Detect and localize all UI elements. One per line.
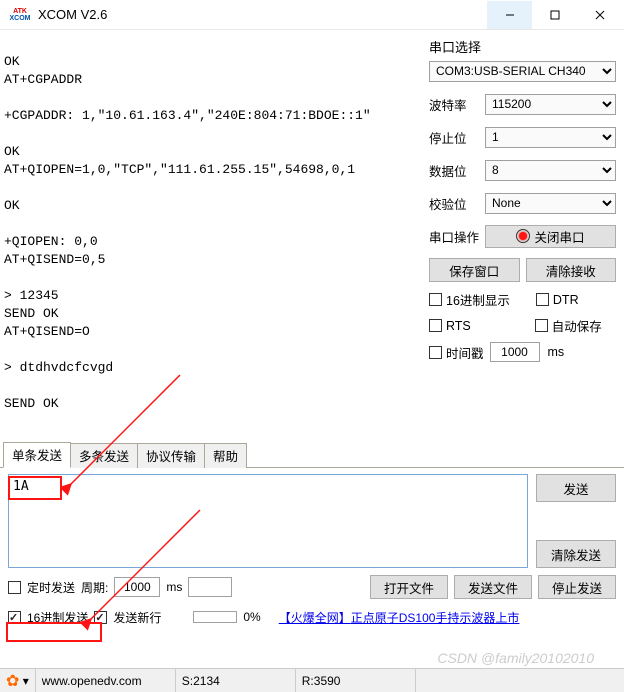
dtr-label: DTR xyxy=(553,293,579,307)
close-button[interactable] xyxy=(577,1,622,29)
timestamp-label: 时间戳 xyxy=(446,343,484,362)
rts-label: RTS xyxy=(446,319,471,333)
send-counter: S:2134 xyxy=(176,669,296,692)
progress-bar xyxy=(193,611,237,623)
port-select[interactable]: COM3:USB-SERIAL CH340 xyxy=(429,61,616,82)
send-tabs: 单条发送 多条发送 协议传输 帮助 xyxy=(0,446,624,468)
tab-single-send[interactable]: 单条发送 xyxy=(3,442,71,468)
parity-label: 校验位 xyxy=(429,194,485,213)
hex-display-checkbox[interactable] xyxy=(429,293,442,306)
parity-select[interactable]: None xyxy=(485,193,616,214)
send-newline-label: 发送新行 xyxy=(113,609,161,626)
recv-counter: R:3590 xyxy=(296,669,416,692)
send-button[interactable]: 发送 xyxy=(536,474,616,502)
tab-protocol[interactable]: 协议传输 xyxy=(137,443,205,468)
period-unit: ms xyxy=(166,580,182,594)
serial-settings-panel: 串口选择 COM3:USB-SERIAL CH340 波特率115200 停止位… xyxy=(421,31,624,446)
send-panel: 1A 发送 清除发送 定时发送 周期: ms 打开文件 发送文件 停止发送 16… xyxy=(0,468,624,632)
watermark: CSDN @family20102010 xyxy=(437,650,594,666)
auto-save-label: 自动保存 xyxy=(552,316,602,335)
site-link[interactable]: www.openedv.com xyxy=(36,669,176,692)
clear-send-button[interactable]: 清除发送 xyxy=(536,540,616,568)
rts-checkbox[interactable] xyxy=(429,319,442,332)
close-port-button[interactable]: 关闭串口 xyxy=(485,225,616,248)
clear-receive-button[interactable]: 清除接收 xyxy=(526,258,617,282)
timer-send-checkbox[interactable] xyxy=(8,581,21,594)
settings-gear[interactable]: ✿ ▾ xyxy=(0,669,36,692)
databit-select[interactable]: 8 xyxy=(485,160,616,181)
stop-label: 停止位 xyxy=(429,128,485,147)
port-section-title: 串口选择 xyxy=(429,37,616,56)
send-newline-checkbox[interactable] xyxy=(94,611,107,624)
tab-help[interactable]: 帮助 xyxy=(204,443,247,468)
auto-save-checkbox[interactable] xyxy=(535,319,548,332)
port-indicator-icon xyxy=(516,229,530,243)
progress-text: 0% xyxy=(243,610,260,624)
timestamp-unit: ms xyxy=(548,345,565,359)
minimize-button[interactable] xyxy=(487,1,532,29)
send-input[interactable]: 1A xyxy=(8,474,528,568)
tab-multi-send[interactable]: 多条发送 xyxy=(70,443,138,468)
window-title: XCOM V2.6 xyxy=(38,7,107,22)
open-file-button[interactable]: 打开文件 xyxy=(370,575,448,599)
hex-send-label: 16进制发送 xyxy=(27,609,88,626)
timer-send-label: 定时发送 xyxy=(27,579,75,596)
gear-icon: ✿ xyxy=(6,671,19,691)
timestamp-checkbox[interactable] xyxy=(429,346,442,359)
serial-op-label: 串口操作 xyxy=(429,227,485,246)
stopbit-select[interactable]: 1 xyxy=(485,127,616,148)
baud-select[interactable]: 115200 xyxy=(485,94,616,115)
hex-display-label: 16进制显示 xyxy=(446,290,510,309)
receive-terminal[interactable]: OK AT+CGPADDR +CGPADDR: 1,"10.61.163.4",… xyxy=(0,31,421,446)
save-window-button[interactable]: 保存窗口 xyxy=(429,258,520,282)
hex-send-checkbox[interactable] xyxy=(8,611,21,624)
dtr-checkbox[interactable] xyxy=(536,293,549,306)
period-label: 周期: xyxy=(81,579,108,596)
data-label: 数据位 xyxy=(429,161,485,180)
stop-send-button[interactable]: 停止发送 xyxy=(538,575,616,599)
statusbar: ✿ ▾ www.openedv.com S:2134 R:3590 xyxy=(0,668,624,692)
app-icon: ATKXCOM xyxy=(8,5,32,25)
period-input[interactable] xyxy=(114,577,160,597)
maximize-button[interactable] xyxy=(532,1,577,29)
send-file-button[interactable]: 发送文件 xyxy=(454,575,532,599)
titlebar: ATKXCOM XCOM V2.6 xyxy=(0,0,624,30)
baud-label: 波特率 xyxy=(429,95,485,114)
file-path-input[interactable] xyxy=(188,577,232,597)
promo-link[interactable]: 【火爆全网】正点原子DS100手持示波器上市 xyxy=(279,609,520,626)
timestamp-interval-input[interactable] xyxy=(490,342,540,362)
